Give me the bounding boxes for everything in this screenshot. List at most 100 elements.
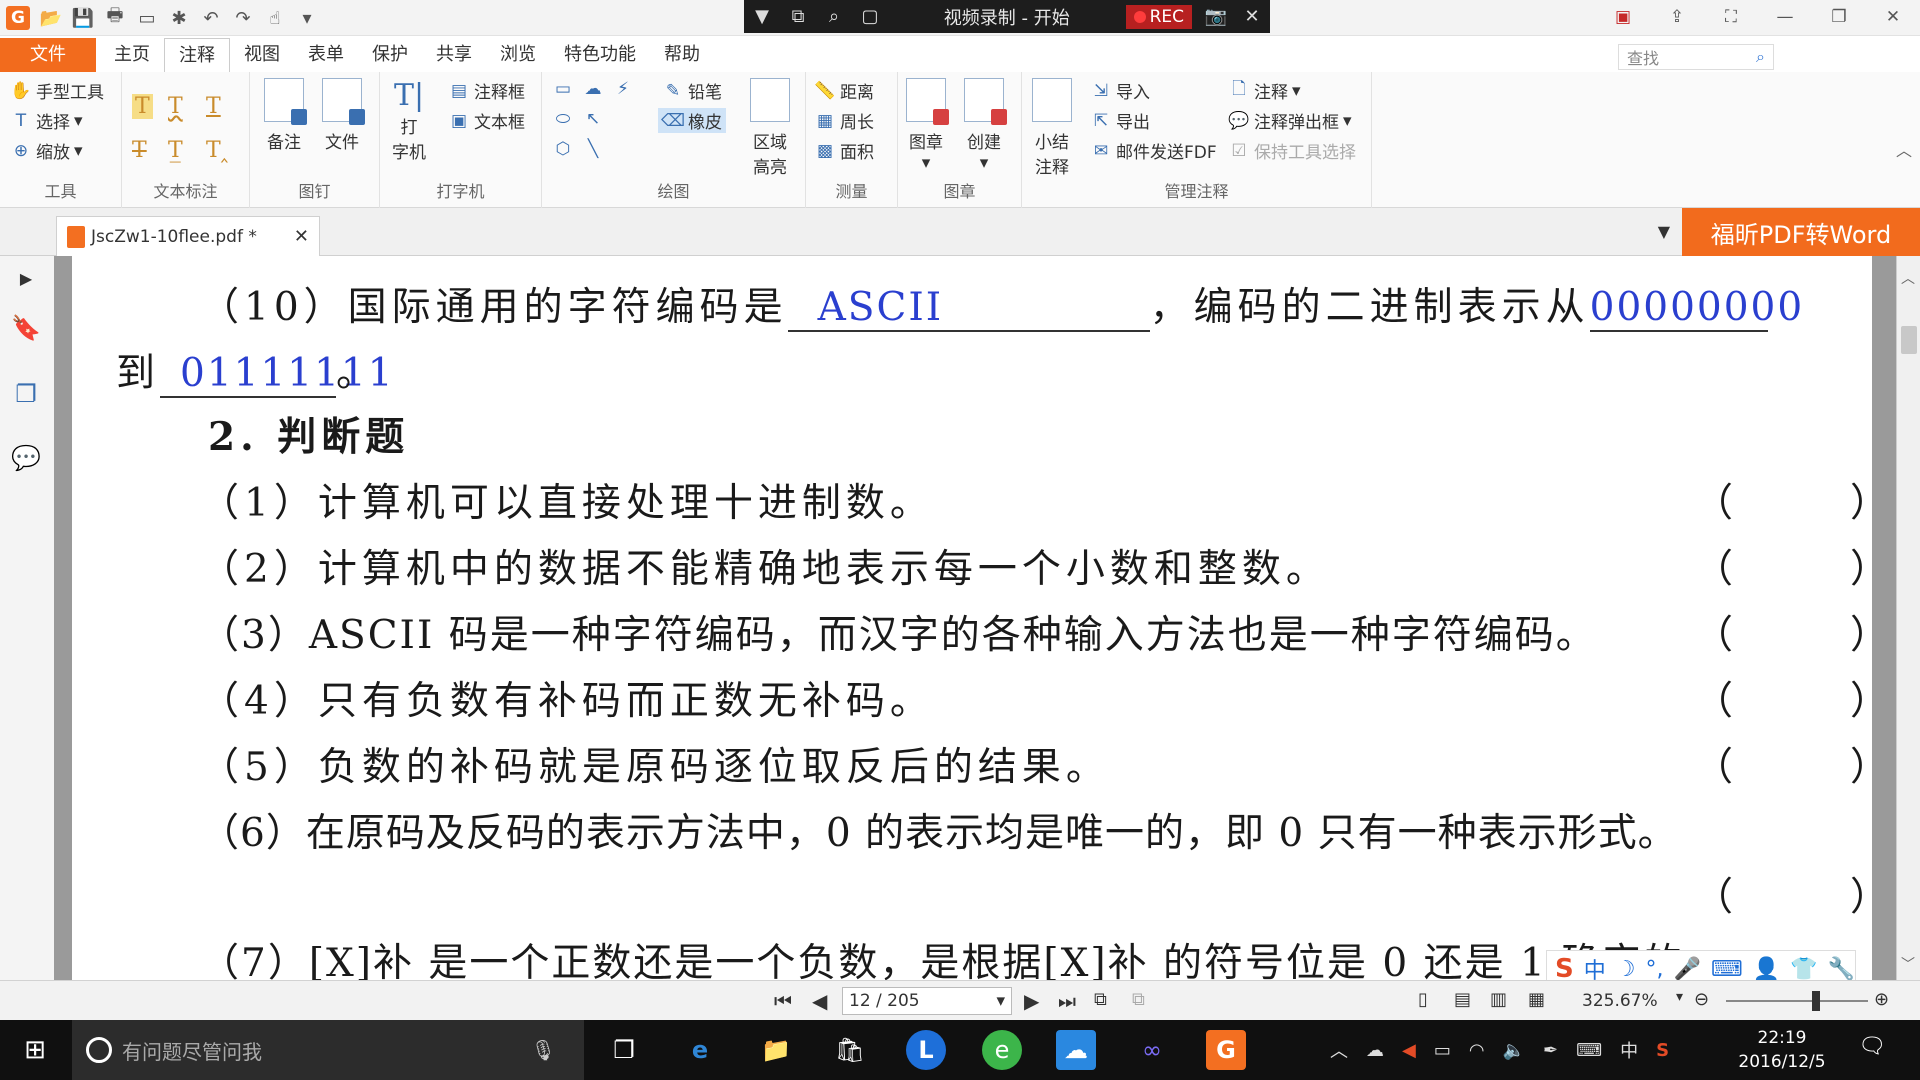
customize-icon[interactable]: ▾ xyxy=(296,7,318,29)
menu-features[interactable]: 特色功能 xyxy=(550,38,650,72)
share-icon[interactable]: ⇪ xyxy=(1650,0,1704,34)
zoom-slider[interactable] xyxy=(1726,1000,1868,1002)
infinity-app-icon[interactable]: ∞ xyxy=(1132,1030,1172,1070)
region-icon[interactable]: ▢ xyxy=(852,6,888,27)
insert-text-icon[interactable]: T‸ xyxy=(206,138,228,163)
system-clock[interactable]: 22:19 2016/12/5 xyxy=(1738,1026,1826,1074)
dropdown-icon[interactable]: ▼ xyxy=(744,6,780,27)
input-language[interactable]: 中 xyxy=(1620,1037,1638,1063)
stamp-button[interactable]: 图章 ▾ xyxy=(906,78,949,173)
wifi-icon[interactable]: ◠ xyxy=(1469,1040,1485,1061)
hand-tool-button[interactable]: ✋ 手型工具 xyxy=(10,78,104,104)
file-attach-button[interactable]: 文件 xyxy=(322,78,365,153)
cloud-tray-icon[interactable]: ☁ xyxy=(1366,1040,1384,1061)
polyline-button[interactable]: ⚡ xyxy=(612,78,634,100)
pdf-to-word-button[interactable]: 福昕PDF转Word xyxy=(1682,208,1920,256)
menu-form[interactable]: 表单 xyxy=(294,38,358,72)
callout-button[interactable]: ▤ 注释框 xyxy=(448,78,525,104)
scroll-down-icon[interactable]: ﹀ xyxy=(1901,954,1915,974)
save-icon[interactable]: 💾 xyxy=(72,7,94,29)
collapse-ribbon-icon[interactable]: ︿ xyxy=(1896,137,1912,161)
menu-view[interactable]: 视图 xyxy=(230,38,294,72)
pages-icon[interactable]: ❐ xyxy=(10,378,42,410)
search-input[interactable]: 查找 ⌕ xyxy=(1618,44,1774,70)
vertical-scrollbar[interactable]: ︿ ﹀ xyxy=(1896,256,1920,980)
continuous-facing-icon[interactable]: ▦ xyxy=(1528,989,1545,1010)
menu-protect[interactable]: 保护 xyxy=(358,38,422,72)
arrow-button[interactable]: ↖ xyxy=(582,108,604,130)
cloud-button[interactable]: ☁ xyxy=(582,78,604,100)
squiggly-icon[interactable]: T xyxy=(168,94,183,119)
cortana-search-box[interactable]: 有问题尽管问我 🎙 xyxy=(72,1020,584,1080)
strikeout-icon[interactable]: T xyxy=(132,138,147,163)
menu-home[interactable]: 主页 xyxy=(100,38,164,72)
keep-tool-checkbox[interactable]: ☑ 保持工具选择 xyxy=(1228,138,1356,164)
window-close-icon[interactable]: ✕ xyxy=(1866,0,1920,34)
new-icon[interactable]: ✱ xyxy=(168,7,190,29)
foxit-logo-icon[interactable]: G xyxy=(6,6,30,30)
perimeter-button[interactable]: ▦ 周长 xyxy=(814,108,874,134)
cloud-drive-icon[interactable]: ☁ xyxy=(1056,1030,1096,1070)
comments-icon[interactable]: 💬 xyxy=(10,442,42,474)
close-tab-icon[interactable]: ✕ xyxy=(294,226,309,247)
menu-comment[interactable]: 注释 xyxy=(164,37,230,73)
fullscreen-icon[interactable]: ⛶ xyxy=(1704,0,1758,34)
task-view-icon[interactable]: ❐ xyxy=(604,1030,644,1070)
windows-start-icon[interactable]: ⊞ xyxy=(0,1020,70,1080)
minimize-icon[interactable]: — xyxy=(1758,0,1812,34)
open-icon[interactable]: 📂 xyxy=(40,7,62,29)
voice-icon[interactable]: 🎤 xyxy=(1673,957,1700,982)
previous-page-icon[interactable]: ◀ xyxy=(812,989,827,1013)
recorder-tray-icon[interactable]: ◀ xyxy=(1402,1040,1416,1061)
zoom-dropdown-icon[interactable]: ▾ xyxy=(1676,989,1683,1005)
oval-button[interactable]: ⬭ xyxy=(552,108,574,130)
battery-icon[interactable]: ▭ xyxy=(1434,1040,1451,1061)
area-highlight-button[interactable]: 区域 高亮 xyxy=(750,78,790,178)
highlight-icon[interactable]: T xyxy=(132,94,153,119)
menu-file[interactable]: 文件 xyxy=(0,38,96,72)
popup-button[interactable]: 💬 注释弹出框 ▾ xyxy=(1228,108,1351,134)
previous-view-icon[interactable]: ⧉ xyxy=(1094,989,1107,1010)
underline-icon[interactable]: T xyxy=(206,94,221,119)
undo-icon[interactable]: ↶ xyxy=(200,7,222,29)
window-mode-icon[interactable]: ⧉ xyxy=(780,6,816,27)
first-page-icon[interactable]: ⏮ xyxy=(774,989,792,1013)
store-icon[interactable]: 🛍 xyxy=(830,1030,870,1070)
edge-browser-icon[interactable]: e xyxy=(680,1030,720,1070)
comment-button[interactable]: 🗋 注释 ▾ xyxy=(1228,78,1300,103)
close-icon[interactable]: ✕ xyxy=(1234,6,1270,27)
next-view-icon[interactable]: ⧉ xyxy=(1132,989,1145,1010)
foxit-shop-icon[interactable]: ▣ xyxy=(1596,0,1650,34)
pencil-button[interactable]: ✎ 铅笔 xyxy=(662,78,722,104)
menu-share[interactable]: 共享 xyxy=(422,38,486,72)
volume-icon[interactable]: 🔈 xyxy=(1503,1040,1525,1061)
document-tab[interactable]: JscZw1-10flee.pdf * ✕ xyxy=(56,216,320,256)
zoom-tool-button[interactable]: ⊕ 缩放 ▾ xyxy=(10,138,83,164)
search-icon[interactable]: ⌕ xyxy=(1756,47,1765,67)
replace-text-icon[interactable]: T̲ xyxy=(168,138,183,163)
browser-360-icon[interactable]: e xyxy=(982,1030,1022,1070)
rec-button[interactable]: REC xyxy=(1125,4,1192,29)
print-icon[interactable]: 🖶 xyxy=(104,5,126,29)
email-fdf-button[interactable]: ✉ 邮件发送FDF xyxy=(1090,138,1217,164)
tray-expand-icon[interactable]: ︿ xyxy=(1330,1037,1348,1063)
polygon-button[interactable]: ⬡ xyxy=(552,138,574,160)
zoom-slider-thumb[interactable] xyxy=(1812,991,1820,1011)
sogou-tray-icon[interactable]: S xyxy=(1656,1040,1669,1061)
user-icon[interactable]: 👤 xyxy=(1753,957,1780,982)
import-button[interactable]: ⇲ 导入 xyxy=(1090,78,1150,104)
single-page-icon[interactable]: ▯ xyxy=(1418,989,1428,1010)
foxit-taskbar-icon[interactable]: G xyxy=(1206,1030,1246,1070)
zoom-level[interactable]: 325.67% xyxy=(1582,991,1658,1011)
line-button[interactable]: ╲ xyxy=(582,138,604,160)
app-l-icon[interactable]: L xyxy=(906,1030,946,1070)
moon-icon[interactable]: ☽ xyxy=(1616,957,1636,982)
skin-icon[interactable]: 👕 xyxy=(1790,957,1817,982)
export-button[interactable]: ⇱ 导出 xyxy=(1090,108,1150,134)
camera-icon[interactable]: 📷 xyxy=(1198,6,1234,27)
tools-icon[interactable]: 🔧 xyxy=(1827,957,1854,982)
eraser-button[interactable]: ⌫ 橡皮 xyxy=(658,108,726,133)
redo-icon[interactable]: ↷ xyxy=(232,7,254,29)
select-tool-button[interactable]: T 选择 ▾ xyxy=(10,108,83,134)
typewriter-button[interactable]: T| 打 字机 xyxy=(392,78,426,163)
